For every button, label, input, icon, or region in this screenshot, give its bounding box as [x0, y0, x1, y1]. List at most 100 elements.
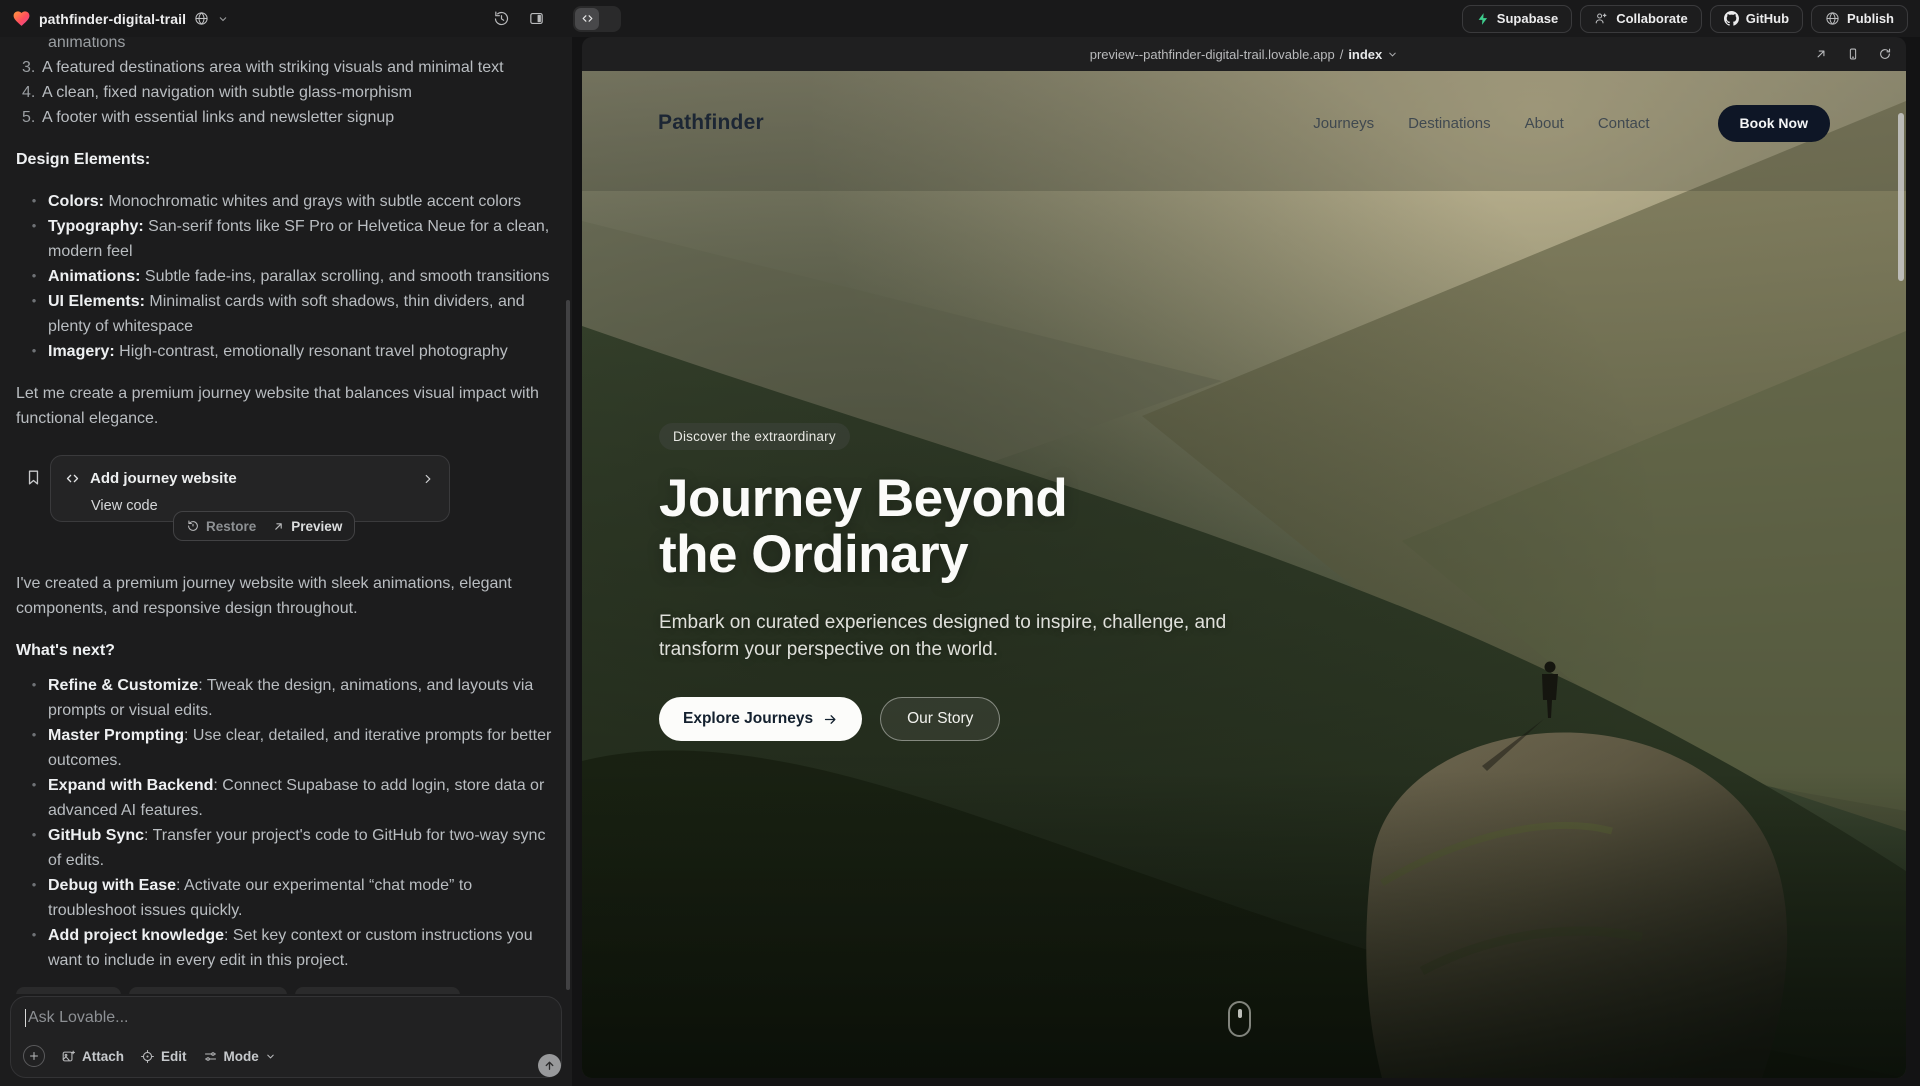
site-preview: Pathfinder Journeys Destinations About C… [582, 71, 1906, 1078]
chevron-down-icon [265, 1051, 276, 1062]
version-toolbar: Restore Preview [173, 511, 355, 541]
globe-icon [194, 11, 209, 26]
refresh-button[interactable] [1876, 45, 1894, 63]
bullet-dot [16, 214, 48, 264]
project-menu[interactable]: pathfinder-digital-trail [12, 9, 229, 28]
refresh-icon [1878, 47, 1892, 61]
restore-icon [186, 519, 200, 533]
list-item: 4. A clean, fixed navigation with subtle… [16, 80, 556, 105]
mode-selector[interactable]: Mode [203, 1049, 276, 1064]
site-logo[interactable]: Pathfinder [658, 111, 764, 135]
github-button[interactable]: GitHub [1710, 5, 1803, 33]
bullet-item: Colors: Monochromatic whites and grays w… [16, 189, 556, 214]
publish-button-label: Publish [1847, 11, 1894, 26]
nav-link-journeys[interactable]: Journeys [1313, 115, 1374, 132]
bullet-dot [16, 723, 48, 773]
nav-link-destinations[interactable]: Destinations [1408, 115, 1491, 132]
globe-icon [1825, 11, 1840, 26]
chevron-right-icon [421, 472, 435, 486]
bullet-item: Imagery: High-contrast, emotionally reso… [16, 339, 556, 364]
explore-journeys-button[interactable]: Explore Journeys [659, 697, 862, 741]
assistant-paragraph: Let me create a premium journey website … [16, 381, 556, 431]
edit-mode-button[interactable]: Edit [140, 1049, 187, 1064]
chat-composer[interactable]: Ask Lovable... Attach E [10, 996, 562, 1078]
visit-docs-button[interactable]: Visit docs [16, 987, 121, 994]
bullet-item: UI Elements: Minimalist cards with soft … [16, 289, 556, 339]
plus-icon [28, 1050, 40, 1062]
manage-knowledge-button[interactable]: Manage knowledge [295, 987, 460, 994]
url-separator: / [1340, 47, 1344, 62]
our-story-button[interactable]: Our Story [880, 697, 1000, 741]
toggle-panel-button[interactable] [524, 6, 549, 31]
target-icon [140, 1049, 155, 1064]
open-in-new-tab-button[interactable] [1812, 45, 1830, 63]
bullet-dot [16, 823, 48, 873]
bullet-item: Add project knowledge: Set key context o… [16, 923, 556, 973]
explore-journeys-label: Explore Journeys [683, 710, 813, 728]
chat-scrollbar[interactable] [566, 300, 570, 990]
design-elements-heading: Design Elements: [16, 147, 556, 172]
nav-link-contact[interactable]: Contact [1598, 115, 1650, 132]
book-now-button[interactable]: Book Now [1718, 105, 1830, 142]
history-icon [493, 10, 510, 27]
add-button[interactable] [23, 1045, 45, 1067]
site-navbar: Pathfinder Journeys Destinations About C… [582, 95, 1906, 151]
bullet-dot [16, 189, 48, 214]
site-scrollbar[interactable] [1898, 113, 1904, 281]
code-view-toggle[interactable] [573, 6, 621, 32]
code-icon [575, 8, 599, 30]
image-icon [61, 1049, 76, 1064]
preview-url-bar[interactable]: preview--pathfinder-digital-trail.lovabl… [1090, 47, 1399, 62]
hero-section: Discover the extraordinary Journey Beyon… [659, 423, 1299, 741]
collaborate-button[interactable]: Collaborate [1580, 5, 1702, 33]
heart-logo-icon [12, 9, 31, 28]
supabase-button[interactable]: Supabase [1462, 5, 1572, 33]
assistant-paragraph: I've created a premium journey website w… [16, 571, 556, 621]
lovable-app-window: pathfinder-digital-trail [0, 0, 1920, 1086]
restore-label: Restore [206, 514, 256, 539]
bookmark-icon[interactable] [24, 468, 43, 487]
hero-badge: Discover the extraordinary [659, 423, 850, 450]
nav-link-about[interactable]: About [1525, 115, 1564, 132]
hero-title: Journey Beyond the Ordinary [659, 471, 1299, 583]
chat-transcript[interactable]: animations 3. A featured destinations ar… [0, 37, 566, 994]
publish-button[interactable]: Publish [1811, 5, 1908, 33]
preview-page-name: index [1348, 47, 1382, 62]
arrow-up-icon [543, 1059, 556, 1072]
chevron-down-icon [217, 13, 229, 25]
github-icon [1724, 11, 1739, 26]
github-button-label: GitHub [1746, 11, 1789, 26]
collaborate-icon [1594, 11, 1609, 26]
sliders-icon [203, 1049, 218, 1064]
quick-action-chips: Visit docs Explore Supabase Manage knowl… [16, 987, 556, 994]
preview-header: preview--pathfinder-digital-trail.lovabl… [582, 37, 1906, 71]
chat-sidebar: animations 3. A featured destinations ar… [0, 37, 572, 1086]
attach-button[interactable]: Attach [61, 1049, 124, 1064]
restore-button[interactable]: Restore [186, 514, 256, 539]
mode-label: Mode [224, 1049, 259, 1064]
bullet-dot [16, 673, 48, 723]
send-button[interactable] [538, 1054, 561, 1077]
edit-card-title: Add journey website [90, 466, 237, 491]
collaborate-button-label: Collaborate [1616, 11, 1688, 26]
attach-label: Attach [82, 1049, 124, 1064]
bullet-item: Animations: Subtle fade-ins, parallax sc… [16, 264, 556, 289]
preview-button[interactable]: Preview [272, 514, 342, 539]
explore-supabase-button[interactable]: Explore Supabase [129, 987, 287, 994]
composer-toolbar: Attach Edit Mode [23, 1045, 549, 1067]
tool-call-block: Add journey website View code Restore [16, 455, 556, 550]
project-name: pathfinder-digital-trail [39, 11, 186, 27]
mobile-view-button[interactable] [1844, 45, 1862, 63]
chat-input[interactable]: Ask Lovable... [25, 1009, 547, 1027]
panel-icon [528, 10, 545, 27]
history-button[interactable] [489, 6, 514, 31]
supabase-button-label: Supabase [1497, 11, 1558, 26]
list-item: 5. A footer with essential links and new… [16, 105, 556, 130]
phone-icon [1846, 47, 1860, 61]
arrow-up-right-icon [272, 520, 285, 533]
code-icon [65, 471, 80, 486]
clipped-list-line: animations [16, 37, 556, 55]
bullet-dot [16, 289, 48, 339]
bullet-dot [16, 264, 48, 289]
bullet-item: Master Prompting: Use clear, detailed, a… [16, 723, 556, 773]
